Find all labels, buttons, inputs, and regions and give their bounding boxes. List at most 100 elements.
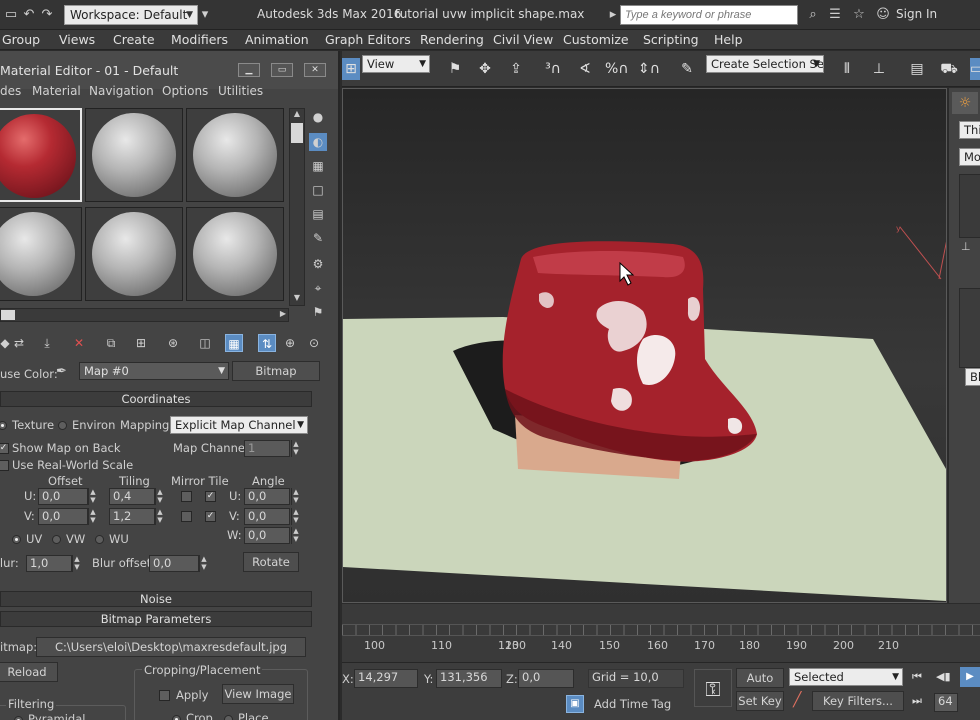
keyword-search-input[interactable]: Type a keyword or phrase bbox=[620, 5, 798, 25]
redo-icon[interactable]: ↷ bbox=[38, 6, 56, 24]
menu-customize[interactable]: Customize bbox=[563, 32, 629, 47]
add-time-tag-label[interactable]: Add Time Tag bbox=[594, 697, 671, 711]
menu-scripting[interactable]: Scripting bbox=[643, 32, 699, 47]
sample-slots-scrollbar[interactable]: ▲ ▼ bbox=[289, 108, 305, 306]
sample-slot-4[interactable] bbox=[0, 207, 82, 301]
angle-v-field[interactable]: 0,0 bbox=[244, 508, 290, 525]
put-to-scene-icon[interactable]: ⇄ bbox=[10, 334, 28, 352]
binoculars-icon[interactable]: ⌕ bbox=[804, 6, 822, 24]
snaps-toggle-icon[interactable]: ³∩ bbox=[542, 58, 564, 80]
offset-u-field[interactable]: 0,0 bbox=[38, 488, 88, 505]
tile-u-checkbox[interactable]: ✓ bbox=[205, 491, 216, 502]
angle-w-field[interactable]: 0,0 bbox=[244, 527, 290, 544]
blur-spinner[interactable]: ▲ ▼ bbox=[72, 555, 81, 572]
undo-icon[interactable]: ↶ bbox=[20, 6, 38, 24]
wu-radio[interactable] bbox=[95, 535, 104, 544]
tiling-v-field[interactable]: 1,2 bbox=[109, 508, 155, 525]
menu-rendering[interactable]: Rendering bbox=[420, 32, 484, 47]
options-icon[interactable]: ⚙ bbox=[309, 255, 327, 273]
uv-radio[interactable] bbox=[12, 535, 21, 544]
offset-u-spinner[interactable]: ▲ ▼ bbox=[88, 488, 97, 505]
pivot-center-icon[interactable]: ⚑ bbox=[444, 58, 466, 80]
x-coordinate-field[interactable]: 14,297 bbox=[354, 669, 418, 688]
show-map-in-viewport-icon[interactable]: ▦ bbox=[225, 334, 243, 352]
place-radio[interactable] bbox=[224, 715, 233, 720]
make-preview-icon[interactable]: ✎ bbox=[309, 229, 327, 247]
menu-civil-view[interactable]: Civil View bbox=[493, 32, 553, 47]
angle-v-spinner[interactable]: ▲ ▼ bbox=[291, 508, 300, 525]
coordinates-rollout-header[interactable]: Coordinates bbox=[0, 391, 312, 407]
layer-explorer-icon[interactable]: ▤ bbox=[906, 58, 928, 80]
set-key-button[interactable]: Set Key bbox=[736, 691, 784, 711]
offset-v-field[interactable]: 0,0 bbox=[38, 508, 88, 525]
texture-radio[interactable] bbox=[0, 421, 7, 430]
workspace-dropdown[interactable]: Workspace: Default ▼ bbox=[64, 5, 198, 25]
backlight-icon[interactable]: ◐ bbox=[309, 133, 327, 151]
map-channel-spinner[interactable]: ▲ ▼ bbox=[291, 440, 300, 457]
me-menu-options[interactable]: Options bbox=[162, 84, 208, 98]
angle-u-spinner[interactable]: ▲ ▼ bbox=[291, 488, 300, 505]
tiling-v-spinner[interactable]: ▲ ▼ bbox=[155, 508, 164, 525]
rotate-button[interactable]: Rotate bbox=[243, 552, 299, 572]
material-editor-extra-icon[interactable]: ⊙ bbox=[305, 334, 323, 352]
vw-radio[interactable] bbox=[52, 535, 61, 544]
align-icon[interactable]: ⊥ bbox=[868, 58, 890, 80]
command-panel-field-2[interactable]: Mod bbox=[959, 148, 980, 166]
perspective-viewport[interactable]: y bbox=[342, 88, 947, 603]
tiling-u-field[interactable]: 0,4 bbox=[109, 488, 155, 505]
mirror-u-checkbox[interactable] bbox=[181, 491, 192, 502]
background-checker-icon[interactable]: ▦ bbox=[309, 157, 327, 175]
bitmap-parameters-rollout-header[interactable]: Bitmap Parameters bbox=[0, 611, 312, 627]
sample-slots-hscrollbar[interactable]: ▶ bbox=[0, 308, 289, 322]
show-shaded-material-icon[interactable]: ◫ bbox=[196, 334, 214, 352]
material-id-channel-icon[interactable]: ⊛ bbox=[164, 334, 182, 352]
eyedropper-icon[interactable]: ✒ bbox=[56, 364, 67, 379]
key-filters-button[interactable]: Key Filters... bbox=[812, 691, 904, 711]
assign-to-selection-icon[interactable]: ⤓ bbox=[38, 334, 56, 352]
view-image-button[interactable]: View Image bbox=[222, 684, 294, 704]
menu-animation[interactable]: Animation bbox=[245, 32, 309, 47]
go-to-end-icon[interactable]: ⏭ bbox=[912, 694, 922, 708]
sample-uv-tiling-icon[interactable]: □ bbox=[309, 181, 327, 199]
sample-slot-6[interactable] bbox=[186, 207, 284, 301]
key-icon[interactable]: ⚿ bbox=[694, 669, 732, 707]
viewport-scene[interactable]: y bbox=[343, 89, 947, 603]
select-by-material-icon[interactable]: ⌖ bbox=[309, 279, 327, 297]
map-type-button[interactable]: Bitmap bbox=[232, 361, 320, 381]
command-panel-list[interactable] bbox=[959, 174, 980, 238]
user-icon[interactable]: ☺ bbox=[874, 6, 892, 24]
edit-named-selection-icon[interactable]: ✎ bbox=[676, 58, 698, 80]
tile-v-checkbox[interactable]: ✓ bbox=[205, 511, 216, 522]
maximize-button[interactable]: ▭ bbox=[271, 63, 293, 77]
me-menu-modes[interactable]: des bbox=[0, 84, 21, 98]
blur-field[interactable]: 1,0 bbox=[26, 555, 72, 572]
reference-coordinate-dropdown[interactable]: View ▼ bbox=[362, 55, 430, 73]
timeline-track[interactable] bbox=[342, 624, 980, 636]
scroll-up-arrow-icon[interactable]: ▲ bbox=[290, 109, 304, 121]
me-menu-navigation[interactable]: Navigation bbox=[89, 84, 154, 98]
reset-map-icon[interactable]: ✕ bbox=[70, 334, 88, 352]
crop-radio[interactable] bbox=[172, 715, 181, 720]
me-menu-material[interactable]: Material bbox=[32, 84, 81, 98]
scrollbar-thumb[interactable] bbox=[291, 123, 303, 143]
sample-slot-2[interactable] bbox=[85, 108, 183, 202]
sign-in-link[interactable]: Sign In bbox=[896, 7, 937, 21]
sample-slot-3[interactable] bbox=[186, 108, 284, 202]
map-channel-field[interactable]: 1 bbox=[244, 440, 290, 457]
command-panel-field-1[interactable]: Thi bbox=[959, 121, 980, 139]
close-button[interactable]: ✕ bbox=[304, 63, 326, 77]
me-menu-utilities[interactable]: Utilities bbox=[218, 84, 263, 98]
mirror-icon[interactable]: ⫴ bbox=[836, 58, 858, 80]
time-tag-icon[interactable]: ▣ bbox=[566, 695, 584, 713]
sample-slot-1[interactable] bbox=[0, 108, 82, 202]
blur-offset-spinner[interactable]: ▲ ▼ bbox=[199, 555, 208, 572]
command-panel-rollout[interactable] bbox=[959, 288, 980, 368]
apply-checkbox[interactable] bbox=[159, 690, 170, 701]
curve-editor-icon[interactable]: ⛟ bbox=[938, 58, 960, 80]
material-map-navigator-icon[interactable]: ⚑ bbox=[309, 303, 327, 321]
schematic-view-icon[interactable]: ▭ bbox=[970, 58, 980, 80]
z-coordinate-field[interactable]: 0,0 bbox=[518, 669, 574, 688]
hscrollbar-thumb[interactable] bbox=[1, 310, 15, 320]
minimize-button[interactable]: ▁ bbox=[238, 63, 260, 77]
pyramidal-radio[interactable] bbox=[14, 716, 23, 720]
